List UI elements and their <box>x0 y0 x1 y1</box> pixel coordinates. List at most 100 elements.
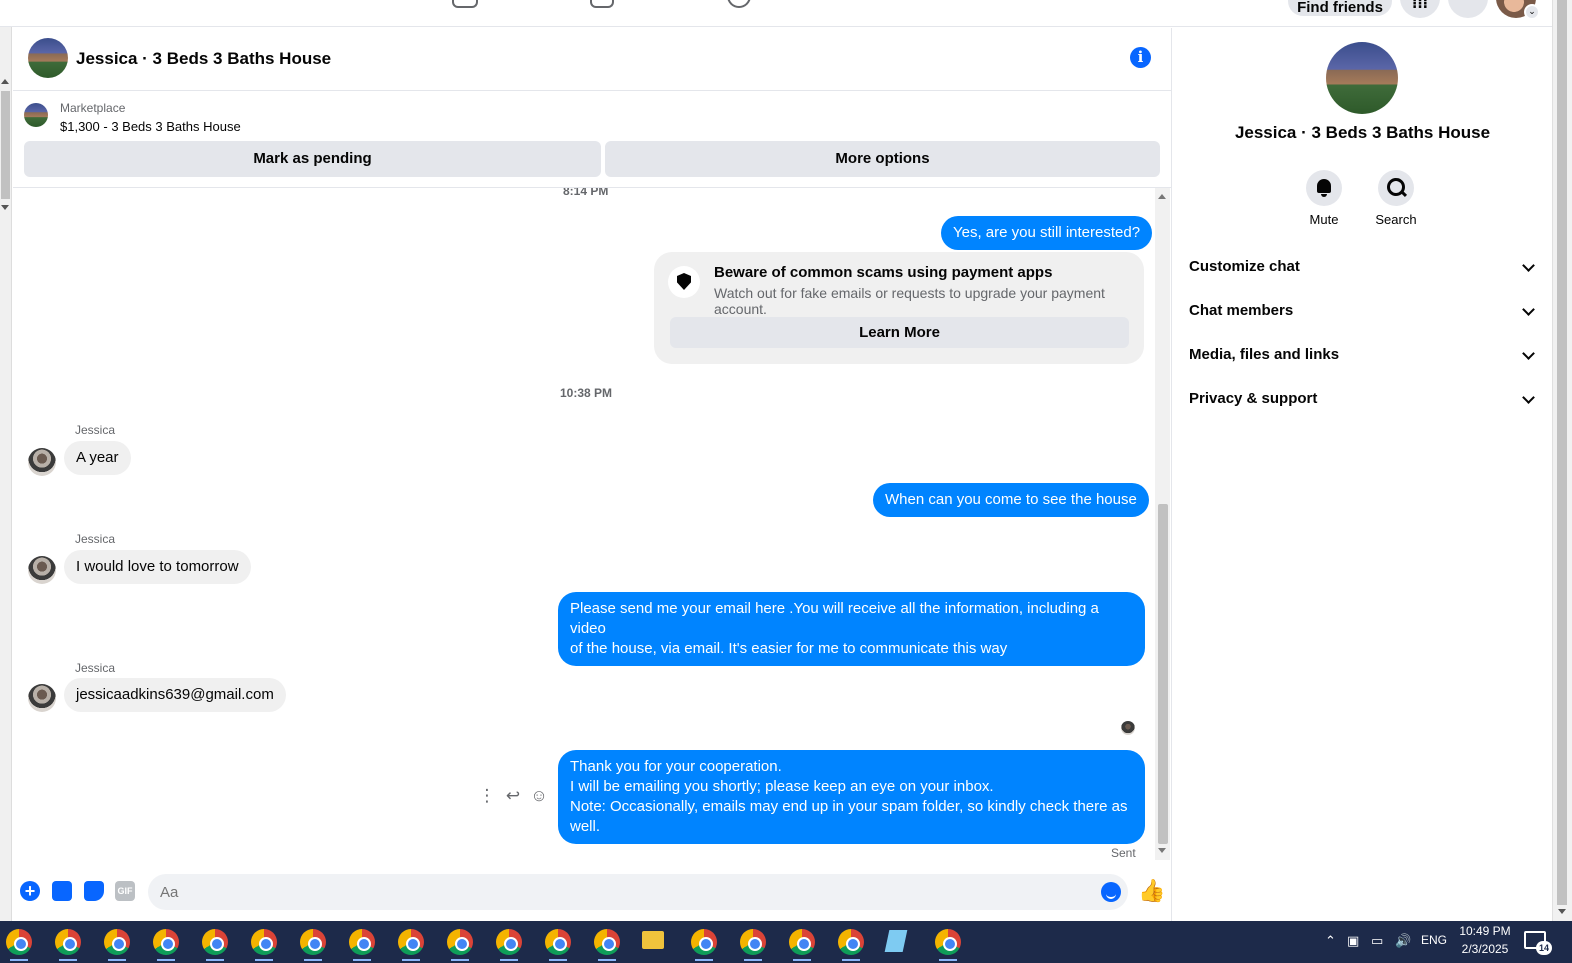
thumbs-up-icon[interactable]: 👍 <box>1138 878 1165 904</box>
notifications-bell-icon[interactable] <box>1448 0 1488 18</box>
chrome-app-icon[interactable] <box>496 929 522 961</box>
listing-thumbnail[interactable] <box>24 103 48 127</box>
profile-avatar[interactable]: ⌄ <box>1496 0 1540 20</box>
incoming-message[interactable]: A year <box>64 441 131 475</box>
find-friends-button[interactable]: Find friends <box>1288 0 1392 16</box>
security-tray-icon[interactable]: ▣ <box>1347 933 1359 949</box>
gaming-nav-icon[interactable] <box>727 0 751 8</box>
outgoing-message[interactable]: Yes, are you still interested? <box>941 216 1153 250</box>
message-line: Please send me your email here .You will… <box>570 600 1099 637</box>
facebook-top-bar: Find friends ⁝⁝⁝ ⌄ <box>0 0 1552 27</box>
chrome-app-icon[interactable] <box>6 929 32 961</box>
conversation-title[interactable]: Jessica · 3 Beds 3 Baths House <box>76 49 331 69</box>
scroll-up-arrow-icon[interactable] <box>1158 194 1166 199</box>
section-media-files-links[interactable]: Media, files and links <box>1189 337 1537 373</box>
scroll-down-arrow-icon[interactable] <box>1558 909 1566 914</box>
learn-more-button[interactable]: Learn More <box>670 317 1129 348</box>
chrome-app-icon[interactable] <box>838 929 864 961</box>
file-explorer-icon[interactable] <box>642 931 664 949</box>
section-label: Customize chat <box>1189 258 1300 275</box>
marketplace-nav-icon[interactable] <box>452 0 478 8</box>
chrome-app-icon[interactable] <box>447 929 473 961</box>
scrollbar-thumb[interactable] <box>1557 0 1567 905</box>
sticker-icon[interactable] <box>84 881 104 901</box>
message-line: Thank you for your cooperation. <box>570 758 782 775</box>
scam-warning-title: Beware of common scams using payment app… <box>714 264 1053 281</box>
message-line: well. <box>570 818 601 835</box>
chrome-app-icon[interactable] <box>202 929 228 961</box>
chrome-app-icon[interactable] <box>691 929 717 961</box>
more-vertical-icon[interactable]: ⋮ <box>477 786 497 806</box>
chevron-down-icon <box>1522 259 1535 272</box>
network-icon[interactable]: ▭ <box>1371 933 1383 949</box>
scroll-up-arrow-icon[interactable] <box>1 79 9 84</box>
search-icon[interactable] <box>1378 170 1414 206</box>
listing-price-title[interactable]: $1,300 - 3 Beds 3 Baths House <box>60 119 241 134</box>
sender-name: Jessica <box>75 661 116 675</box>
reply-icon[interactable]: ↩ <box>503 786 523 806</box>
chevron-up-icon[interactable]: ⌃ <box>1325 933 1336 949</box>
left-scrollbar[interactable] <box>0 27 12 921</box>
photo-icon[interactable] <box>52 881 72 901</box>
section-privacy-support[interactable]: Privacy & support <box>1189 381 1537 417</box>
info-icon[interactable]: i <box>1130 47 1151 68</box>
section-label: Chat members <box>1189 302 1294 319</box>
chrome-app-icon[interactable] <box>594 929 620 961</box>
section-label: Privacy & support <box>1189 390 1318 407</box>
bell-icon[interactable] <box>1306 170 1342 206</box>
volume-icon[interactable]: 🔊 <box>1395 933 1411 949</box>
search-action[interactable]: Search <box>1366 170 1426 227</box>
scrollbar-thumb[interactable] <box>1158 504 1168 844</box>
scrollbar-thumb[interactable] <box>1 91 10 199</box>
chevron-down-icon <box>1522 347 1535 360</box>
page-scrollbar[interactable] <box>1552 0 1572 921</box>
chrome-app-icon[interactable] <box>153 929 179 961</box>
chrome-app-icon[interactable] <box>104 929 130 961</box>
section-chat-members[interactable]: Chat members <box>1189 293 1537 329</box>
chrome-app-icon[interactable] <box>935 929 961 961</box>
chrome-app-icon[interactable] <box>55 929 81 961</box>
outgoing-message[interactable]: When can you come to see the house <box>873 483 1149 517</box>
sender-avatar[interactable] <box>28 448 56 476</box>
outgoing-message[interactable]: Please send me your email here .You will… <box>558 592 1145 666</box>
chevron-down-icon <box>1522 391 1535 404</box>
chrome-app-icon[interactable] <box>398 929 424 961</box>
message-line: I will be emailing you shortly; please k… <box>570 778 994 795</box>
outgoing-message[interactable]: Thank you for your cooperation. I will b… <box>558 750 1145 844</box>
messages-scrollbar[interactable] <box>1155 188 1170 860</box>
chrome-app-icon[interactable] <box>545 929 571 961</box>
message-line: of the house, via email. It's easier for… <box>570 640 1008 657</box>
message-input[interactable] <box>148 874 1128 910</box>
incoming-message[interactable]: jessicaadkins639@gmail.com <box>64 678 286 712</box>
mark-as-pending-button[interactable]: Mark as pending <box>24 141 601 177</box>
message-actions: ⋮ ↩ ☺ <box>477 786 557 808</box>
message-list[interactable]: 8:14 PM Yes, are you still interested? B… <box>13 188 1155 860</box>
chrome-app-icon[interactable] <box>789 929 815 961</box>
sender-avatar[interactable] <box>28 684 56 712</box>
emoji-icon[interactable] <box>1101 882 1121 902</box>
plus-icon[interactable]: + <box>20 881 40 901</box>
clock-time[interactable]: 10:49 PM <box>1459 924 1511 938</box>
language-indicator[interactable]: ENG <box>1421 933 1447 947</box>
chevron-down-icon <box>1522 303 1535 316</box>
scam-warning-description: Watch out for fake emails or requests to… <box>714 285 1105 317</box>
notepad-app-icon[interactable] <box>884 930 908 952</box>
incoming-message[interactable]: I would love to tomorrow <box>64 550 251 584</box>
chrome-app-icon[interactable] <box>740 929 766 961</box>
sender-avatar[interactable] <box>28 556 56 584</box>
chrome-app-icon[interactable] <box>349 929 375 961</box>
section-customize-chat[interactable]: Customize chat <box>1189 249 1537 285</box>
chrome-app-icon[interactable] <box>300 929 326 961</box>
panel-avatar[interactable] <box>1326 42 1398 114</box>
scroll-down-arrow-icon[interactable] <box>1158 848 1166 853</box>
conversation-avatar[interactable] <box>28 38 68 78</box>
menu-grid-icon[interactable]: ⁝⁝⁝ <box>1400 0 1440 18</box>
react-emoji-icon[interactable]: ☺ <box>529 786 549 806</box>
chrome-app-icon[interactable] <box>251 929 277 961</box>
groups-nav-icon[interactable] <box>590 0 614 8</box>
mute-action[interactable]: Mute <box>1294 170 1354 227</box>
more-options-button[interactable]: More options <box>605 141 1160 177</box>
gif-icon[interactable]: GIF <box>115 881 135 901</box>
scroll-down-arrow-icon[interactable] <box>1 205 9 210</box>
clock-date[interactable]: 2/3/2025 <box>1457 942 1513 956</box>
